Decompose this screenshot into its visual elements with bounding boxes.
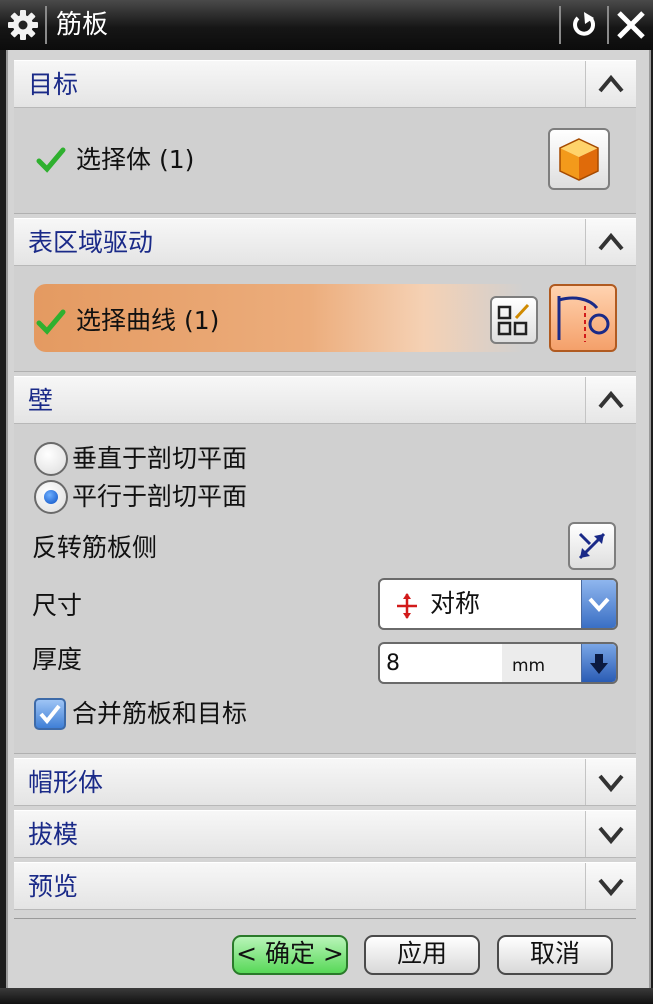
thickness-label: 厚度 <box>32 645 83 674</box>
section-header-region-drive[interactable]: 表区域驱动 <box>14 218 636 266</box>
select-body-label[interactable]: 选择体 (1) <box>76 144 194 176</box>
flip-rib-label: 反转筋板侧 <box>32 533 158 562</box>
merge-checkbox[interactable] <box>34 698 66 730</box>
symmetric-icon <box>397 593 417 619</box>
radio-parallel-label: 平行于剖切平面 <box>72 482 248 511</box>
merge-label: 合并筋板和目标 <box>72 699 248 728</box>
reset-icon <box>573 12 595 36</box>
thickness-field[interactable]: 8 mm <box>378 642 618 684</box>
collapse-toggle[interactable] <box>585 377 636 423</box>
rib-dialog: 筋板 目标 选择体 (1) 表区域驱动 选择曲线 (1) 壁 垂直于剖切平面 平… <box>0 0 653 1004</box>
flip-direction-icon <box>578 532 606 560</box>
chevron-up-icon <box>598 232 624 251</box>
radio-selected-dot <box>44 490 58 504</box>
flip-rib-button[interactable] <box>568 522 616 570</box>
window-bottom-border <box>0 988 653 1004</box>
expand-toggle[interactable] <box>585 811 636 857</box>
dimension-value: 对称 <box>430 589 481 618</box>
sketch-section-button[interactable] <box>490 296 538 344</box>
select-curve-label: 选择曲线 (1) <box>76 306 220 335</box>
thickness-unit: mm <box>512 656 546 676</box>
dimension-select[interactable]: 对称 <box>378 578 618 630</box>
chevron-up-icon <box>598 74 624 93</box>
radio-perpendicular-label: 垂直于剖切平面 <box>72 444 248 473</box>
dimension-dropdown-button[interactable] <box>581 580 616 628</box>
section-title: 预览 <box>28 872 79 901</box>
arrow-down-icon <box>590 654 608 674</box>
curve-icon <box>557 296 610 342</box>
section-header-preview[interactable]: 预览 <box>14 862 636 910</box>
curve-select-button[interactable] <box>549 284 617 352</box>
check-icon <box>36 309 66 335</box>
title-separator <box>607 6 609 44</box>
chevron-down-icon <box>598 826 624 845</box>
section-header-target[interactable]: 目标 <box>14 60 636 108</box>
section-header-cap[interactable]: 帽形体 <box>14 758 636 806</box>
checkmark-icon <box>39 704 61 725</box>
section-header-draft[interactable]: 拔模 <box>14 810 636 858</box>
chevron-down-icon <box>598 774 624 793</box>
close-icon <box>617 11 645 39</box>
gear-icon[interactable] <box>7 9 39 41</box>
chevron-down-icon <box>598 878 624 897</box>
title-bar: 筋板 <box>0 0 653 50</box>
solid-body-icon <box>559 138 599 181</box>
section-title: 拔模 <box>28 820 79 849</box>
section-panel-target: 选择体 (1) <box>14 108 636 214</box>
close-button[interactable] <box>611 6 651 44</box>
thickness-options-button[interactable] <box>581 644 616 682</box>
unit-area: mm <box>502 644 586 682</box>
check-icon <box>36 147 66 173</box>
title-separator <box>45 6 47 44</box>
divider <box>14 918 636 919</box>
radio-perpendicular[interactable] <box>34 442 68 476</box>
collapse-toggle[interactable] <box>585 219 636 265</box>
cancel-button[interactable]: 取消 <box>497 935 613 975</box>
select-body-button[interactable] <box>548 128 610 190</box>
sketch-icon <box>497 303 530 336</box>
title-separator <box>559 6 561 44</box>
section-title: 壁 <box>28 386 54 415</box>
chevron-down-icon <box>588 597 610 612</box>
radio-parallel[interactable] <box>34 480 68 514</box>
section-title: 表区域驱动 <box>28 228 154 257</box>
dimension-label: 尺寸 <box>32 591 83 620</box>
section-title: 帽形体 <box>28 768 104 797</box>
dialog-title: 筋板 <box>56 10 109 40</box>
collapse-toggle[interactable] <box>585 61 636 107</box>
chevron-up-icon <box>598 390 624 409</box>
expand-toggle[interactable] <box>585 759 636 805</box>
section-panel-wall: 垂直于剖切平面 平行于剖切平面 反转筋板侧 尺寸 对称 厚度 8 mm 合并筋板… <box>14 424 636 754</box>
ok-button[interactable]: < 确定 > <box>232 935 348 975</box>
section-title: 目标 <box>28 70 79 99</box>
reset-button[interactable] <box>564 6 604 44</box>
apply-button[interactable]: 应用 <box>364 935 480 975</box>
expand-toggle[interactable] <box>585 863 636 909</box>
thickness-value[interactable]: 8 <box>386 648 400 680</box>
section-header-wall[interactable]: 壁 <box>14 376 636 424</box>
